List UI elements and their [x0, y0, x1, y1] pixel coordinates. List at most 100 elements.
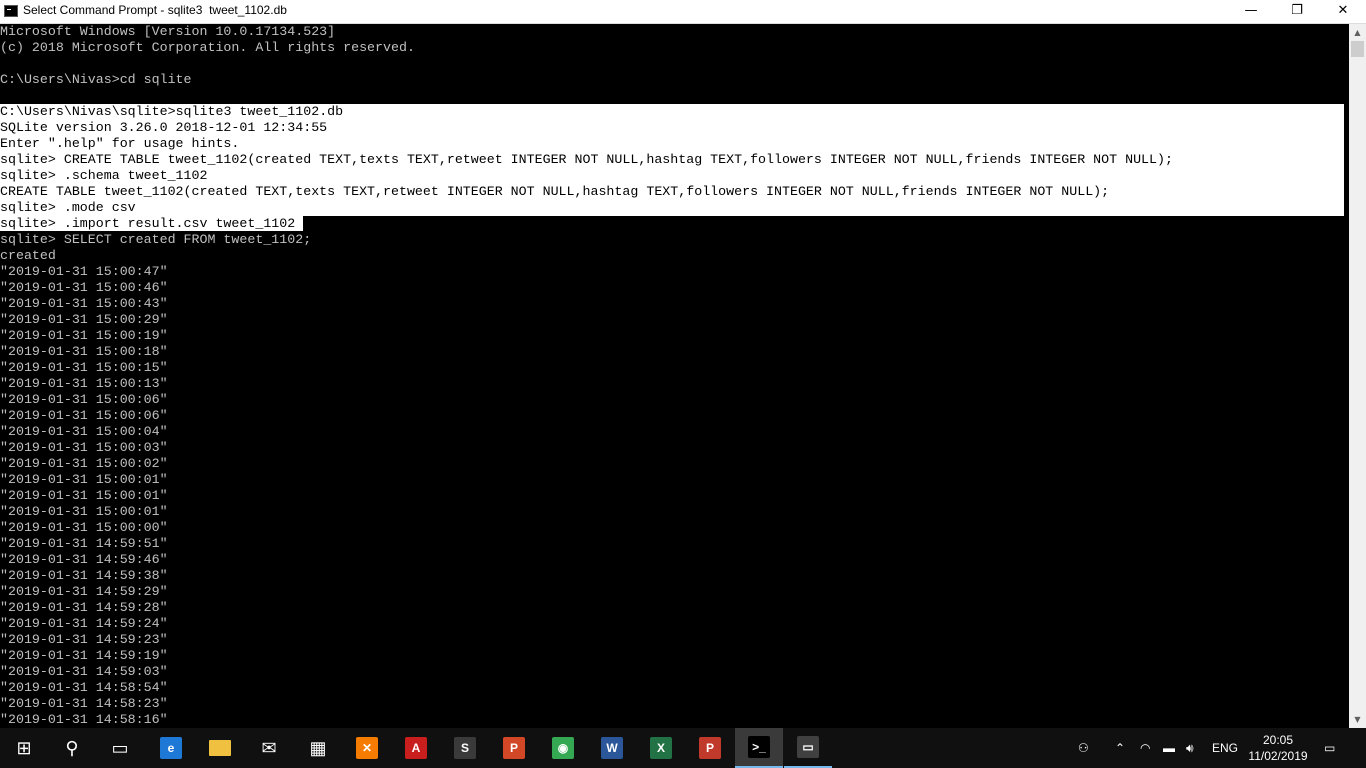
- sublime-icon: S: [454, 737, 476, 759]
- console-line: (c) 2018 Microsoft Corporation. All righ…: [0, 40, 415, 55]
- console-line-selected: sqlite> .mode csv: [0, 200, 136, 215]
- result-row: "2019-01-31 14:59:29": [0, 584, 168, 599]
- clock-time: 20:05: [1262, 733, 1294, 747]
- file-explorer-icon: [209, 740, 231, 756]
- console-line-selected: SQLite version 3.26.0 2018-12-01 12:34:5…: [0, 120, 328, 135]
- console-line-selected: sqlite> CREATE TABLE tweet_1102(created …: [0, 152, 1173, 167]
- wifi-icon[interactable]: ◠: [1140, 728, 1150, 768]
- task-view-icon: ▭: [109, 737, 131, 759]
- xampp-taskbar-button[interactable]: ✕: [343, 728, 391, 768]
- result-row: "2019-01-31 15:00:02": [0, 456, 168, 471]
- console-line: C:\Users\Nivas>cd sqlite: [0, 72, 192, 87]
- result-row: "2019-01-31 15:00:29": [0, 312, 168, 327]
- cmd-taskbar-button[interactable]: >_: [735, 728, 783, 768]
- maximize-button[interactable]: ❐: [1274, 0, 1320, 23]
- console-header-line: created: [0, 248, 56, 263]
- result-row: "2019-01-31 15:00:19": [0, 328, 168, 343]
- acrobat-icon: A: [405, 737, 427, 759]
- window-title: Select Command Prompt - sqlite3 tweet_11…: [23, 3, 287, 17]
- result-row: "2019-01-31 14:58:23": [0, 696, 168, 711]
- clock[interactable]: 20:05 11/02/2019: [1244, 732, 1312, 764]
- store-icon: ▦: [307, 737, 329, 759]
- result-row: "2019-01-31 15:00:00": [0, 520, 168, 535]
- prompt-command: sqlite3 tweet_1102.db: [175, 104, 344, 119]
- result-row: "2019-01-31 14:59:19": [0, 648, 168, 663]
- chevron-up-icon[interactable]: ⌃: [1115, 728, 1125, 768]
- console-line: Microsoft Windows [Version 10.0.17134.52…: [0, 24, 336, 39]
- vertical-scrollbar[interactable]: ▲ ▼: [1349, 24, 1366, 728]
- taskbar: ⊞ ⚲ ▭ e ✉ ▦ ✕ A S P ◉ W X P >_ ▭ ⚇ ⌃ ◠ ▬ 🔊︎ ENG 20:05 1…: [0, 728, 1366, 768]
- result-row: "2019-01-31 15:00:18": [0, 344, 168, 359]
- start-icon: ⊞: [13, 737, 35, 759]
- result-row: "2019-01-31 14:59:03": [0, 664, 168, 679]
- start-taskbar-button[interactable]: ⊞: [0, 728, 48, 768]
- prompt-prefix: C:\Users\Nivas\sqlite>: [0, 104, 176, 119]
- scroll-down-icon[interactable]: ▼: [1349, 711, 1366, 728]
- cmd-icon: >_: [748, 736, 770, 758]
- console-output[interactable]: Microsoft Windows [Version 10.0.17134.52…: [0, 24, 1349, 728]
- result-row: "2019-01-31 15:00:01": [0, 472, 168, 487]
- battery-icon[interactable]: ▬: [1163, 728, 1175, 768]
- clock-date: 11/02/2019: [1248, 749, 1308, 763]
- result-row: "2019-01-31 14:59:51": [0, 536, 168, 551]
- scroll-thumb[interactable]: [1351, 41, 1364, 57]
- cmd-app-icon: [4, 5, 18, 17]
- result-row: "2019-01-31 15:00:46": [0, 280, 168, 295]
- result-row: "2019-01-31 15:00:06": [0, 408, 168, 423]
- word-taskbar-button[interactable]: W: [588, 728, 636, 768]
- result-row: "2019-01-31 15:00:06": [0, 392, 168, 407]
- console-line-selected: Enter ".help" for usage hints.: [0, 136, 240, 151]
- edge-icon: e: [160, 737, 182, 759]
- result-row: "2019-01-31 15:00:01": [0, 504, 168, 519]
- title-bar: Select Command Prompt - sqlite3 tweet_11…: [0, 0, 1366, 24]
- result-row: "2019-01-31 14:58:16": [0, 712, 168, 727]
- result-row: "2019-01-31 15:00:43": [0, 296, 168, 311]
- edge-taskbar-button[interactable]: e: [147, 728, 195, 768]
- word-icon: W: [601, 737, 623, 759]
- result-row: "2019-01-31 14:59:28": [0, 600, 168, 615]
- result-row: "2019-01-31 14:59:24": [0, 616, 168, 631]
- search-taskbar-button[interactable]: ⚲: [48, 728, 96, 768]
- result-row: "2019-01-31 14:59:23": [0, 632, 168, 647]
- result-row: "2019-01-31 15:00:15": [0, 360, 168, 375]
- people-icon[interactable]: ⚇: [1078, 728, 1089, 768]
- console-query-line: sqlite> SELECT created FROM tweet_1102;: [0, 232, 312, 247]
- result-row: "2019-01-31 15:00:47": [0, 264, 168, 279]
- sublime-taskbar-button[interactable]: S: [441, 728, 489, 768]
- postman-taskbar-button[interactable]: P: [686, 728, 734, 768]
- result-row: "2019-01-31 15:00:13": [0, 376, 168, 391]
- chrome-icon: ◉: [552, 737, 574, 759]
- store-taskbar-button[interactable]: ▦: [294, 728, 342, 768]
- task-view-taskbar-button[interactable]: ▭: [96, 728, 144, 768]
- xampp-icon: ✕: [356, 737, 378, 759]
- file-explorer-taskbar-button[interactable]: [196, 728, 244, 768]
- result-row: "2019-01-31 14:59:38": [0, 568, 168, 583]
- console-line-selected: CREATE TABLE tweet_1102(created TEXT,tex…: [0, 184, 1110, 199]
- volume-icon[interactable]: 🔊︎: [1186, 728, 1194, 768]
- minimize-button[interactable]: —: [1228, 0, 1274, 23]
- postman-icon: P: [699, 737, 721, 759]
- window-icon: ▭: [797, 736, 819, 758]
- acrobat-taskbar-button[interactable]: A: [392, 728, 440, 768]
- console-import-line: sqlite> .import result.csv tweet_1102: [0, 216, 1349, 232]
- mail-taskbar-button[interactable]: ✉: [245, 728, 293, 768]
- notification-icon[interactable]: ▭: [1324, 728, 1335, 768]
- powerpoint-taskbar-button[interactable]: P: [490, 728, 538, 768]
- result-row: "2019-01-31 14:59:46": [0, 552, 168, 567]
- console-line-selected: sqlite> .schema tweet_1102: [0, 168, 208, 183]
- console-prompt-line: C:\Users\Nivas\sqlite>sqlite3 tweet_1102…: [0, 104, 1349, 120]
- window-taskbar-button[interactable]: ▭: [784, 728, 832, 768]
- search-icon: ⚲: [61, 737, 83, 759]
- close-button[interactable]: ✕: [1320, 0, 1366, 23]
- import-command: sqlite> .import result.csv tweet_1102: [0, 216, 304, 231]
- language-indicator[interactable]: ENG: [1212, 728, 1238, 768]
- result-row: "2019-01-31 14:58:54": [0, 680, 168, 695]
- excel-taskbar-button[interactable]: X: [637, 728, 685, 768]
- result-row: "2019-01-31 15:00:01": [0, 488, 168, 503]
- chrome-taskbar-button[interactable]: ◉: [539, 728, 587, 768]
- mail-icon: ✉: [258, 737, 280, 759]
- result-row: "2019-01-31 15:00:03": [0, 440, 168, 455]
- scroll-up-icon[interactable]: ▲: [1349, 24, 1366, 41]
